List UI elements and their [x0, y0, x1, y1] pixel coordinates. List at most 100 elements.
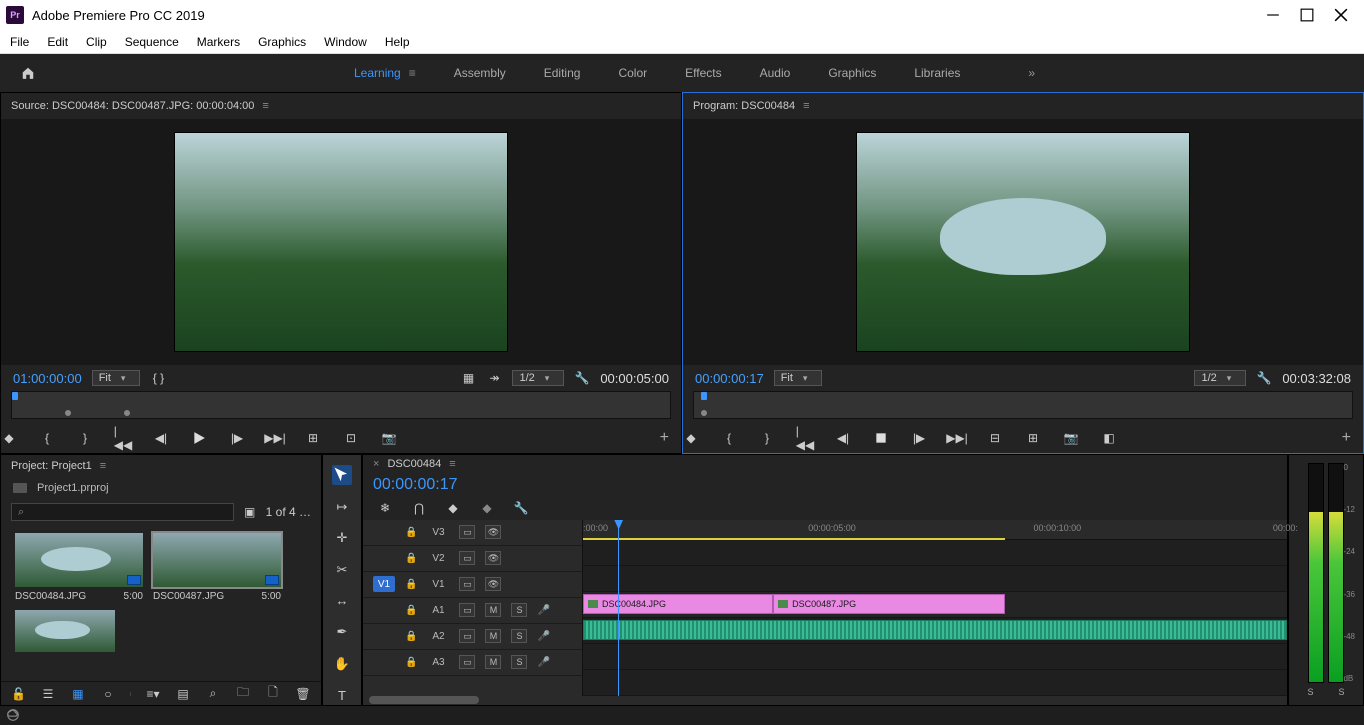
track-toggle-icon[interactable]: ▭	[459, 551, 475, 565]
project-panel-menu-icon[interactable]: ≡	[100, 460, 106, 472]
solo-right[interactable]: S	[1338, 687, 1344, 697]
workspace-editing[interactable]: Editing	[544, 66, 581, 80]
source-viewer[interactable]	[1, 119, 681, 365]
workspace-learning[interactable]: Learning≡	[354, 66, 416, 80]
tl-wrench-icon[interactable]: 🔧	[513, 500, 529, 516]
program-add-button-icon[interactable]: +	[1342, 429, 1351, 447]
find-icon[interactable]: ⌕	[205, 686, 221, 702]
timeline-tab-title[interactable]: DSC00484	[387, 458, 441, 470]
track-lock-icon[interactable]: 🔒	[405, 631, 417, 642]
prog-stop-icon[interactable]	[873, 430, 889, 446]
close-button[interactable]	[1334, 8, 1348, 22]
timeline-audio-clip[interactable]	[583, 620, 1287, 640]
timeline-panel-menu-icon[interactable]: ≡	[449, 458, 455, 470]
source-arrow-icon[interactable]: ↠	[486, 370, 502, 386]
source-panel-menu-icon[interactable]: ≡	[262, 100, 268, 112]
menu-help[interactable]: Help	[385, 35, 410, 49]
hand-tool-icon[interactable]: ✋	[332, 654, 352, 673]
zoom-slider[interactable]	[130, 692, 131, 696]
selection-tool-icon[interactable]	[332, 465, 352, 485]
source-filmstrip-icon[interactable]: ▦	[460, 370, 476, 386]
track-lane-a1[interactable]	[583, 618, 1287, 644]
minimize-button[interactable]	[1266, 8, 1280, 22]
project-filter-icon[interactable]: ▣	[242, 504, 258, 520]
prog-lift-icon[interactable]: ⊟	[987, 430, 1003, 446]
prog-compare-icon[interactable]: ◧	[1101, 430, 1117, 446]
prog-go-to-in-icon[interactable]: |◀◀	[797, 430, 813, 446]
track-toggle-icon[interactable]: ▭	[459, 629, 475, 643]
creative-cloud-icon[interactable]	[0, 706, 1364, 724]
snap-icon[interactable]: ❄	[377, 500, 393, 516]
program-ruler[interactable]	[693, 391, 1353, 419]
prog-step-back-icon[interactable]: ◀|	[835, 430, 851, 446]
voice-over-icon[interactable]: 🎤	[537, 631, 549, 642]
timeline-video-clip[interactable]: DSC00484.JPG	[583, 594, 773, 614]
workspace-effects[interactable]: Effects	[685, 66, 721, 80]
lock-icon[interactable]: 🔓	[11, 687, 26, 701]
timeline-playhead[interactable]	[618, 520, 619, 696]
program-timecode-in[interactable]: 00:00:00:17	[695, 371, 764, 386]
mute-button[interactable]: M	[485, 655, 501, 669]
pen-tool-icon[interactable]: ✒	[332, 623, 352, 642]
freeform-view-icon[interactable]: ○	[100, 686, 116, 702]
linked-selection-icon[interactable]: ⋂	[411, 500, 427, 516]
source-ruler[interactable]	[11, 391, 671, 419]
menu-edit[interactable]: Edit	[47, 35, 68, 49]
track-lock-icon[interactable]: 🔒	[405, 657, 417, 668]
track-target[interactable]: V1	[373, 576, 395, 592]
track-lock-icon[interactable]: 🔒	[405, 527, 417, 538]
track-output-icon[interactable]: 👁	[485, 551, 501, 565]
menu-graphics[interactable]: Graphics	[258, 35, 306, 49]
project-clip-thumb-extra[interactable]	[15, 610, 143, 652]
mark-out-icon[interactable]: }	[77, 430, 93, 446]
solo-button[interactable]: S	[511, 655, 527, 669]
timeline-timecode[interactable]: 00:00:00:17	[363, 474, 1287, 500]
workspace-assembly[interactable]: Assembly	[454, 66, 506, 80]
voice-over-icon[interactable]: 🎤	[537, 605, 549, 616]
track-lane-v3[interactable]	[583, 540, 1287, 566]
prog-mark-out-icon[interactable]: }	[759, 430, 775, 446]
source-bracket-icon[interactable]: { }	[150, 370, 166, 386]
source-resolution-select[interactable]: 1/2	[512, 370, 564, 386]
solo-button[interactable]: S	[511, 603, 527, 617]
project-clip[interactable]: DSC00484.JPG5:00	[15, 533, 143, 602]
tracks-area[interactable]: :00:0000:00:05:0000:00:10:0000:00: DSC00…	[583, 520, 1287, 696]
timeline-video-clip[interactable]: DSC00487.JPG	[773, 594, 1005, 614]
track-lock-icon[interactable]: 🔒	[405, 579, 417, 590]
step-back-icon[interactable]: ◀|	[153, 430, 169, 446]
export-frame-icon[interactable]: 📷	[381, 430, 397, 446]
new-item-icon[interactable]: 🗋	[265, 686, 281, 702]
slip-tool-icon[interactable]: ↔	[332, 591, 352, 610]
razor-tool-icon[interactable]: ✂	[332, 560, 352, 579]
go-to-in-icon[interactable]: |◀◀	[115, 430, 131, 446]
prog-step-forward-icon[interactable]: |▶	[911, 430, 927, 446]
source-timecode-in[interactable]: 01:00:00:00	[13, 371, 82, 386]
play-icon[interactable]	[191, 430, 207, 446]
solo-left[interactable]: S	[1307, 687, 1313, 697]
project-clip[interactable]: DSC00487.JPG5:00	[153, 533, 281, 602]
solo-button[interactable]: S	[511, 629, 527, 643]
mute-button[interactable]: M	[485, 603, 501, 617]
workspace-overflow-icon[interactable]: »	[1028, 66, 1035, 80]
track-lane-a3[interactable]	[583, 670, 1287, 696]
add-marker-tl-icon[interactable]: ◆	[445, 500, 461, 516]
source-zoom-select[interactable]: Fit	[92, 370, 141, 386]
program-panel-menu-icon[interactable]: ≡	[803, 100, 809, 112]
workspace-audio[interactable]: Audio	[760, 66, 791, 80]
delete-icon[interactable]: 🗑	[295, 686, 311, 702]
track-lock-icon[interactable]: 🔒	[405, 605, 417, 616]
track-output-icon[interactable]: 👁	[485, 525, 501, 539]
timeline-ruler[interactable]: :00:0000:00:05:0000:00:10:0000:00:	[583, 520, 1287, 540]
track-lane-a2[interactable]	[583, 644, 1287, 670]
track-output-icon[interactable]: 👁	[485, 577, 501, 591]
menu-window[interactable]: Window	[324, 35, 367, 49]
insert-icon[interactable]: ⊞	[305, 430, 321, 446]
program-viewer[interactable]	[683, 119, 1363, 365]
project-search-input[interactable]: ⌕	[11, 503, 234, 521]
program-zoom-select[interactable]: Fit	[774, 370, 823, 386]
ripple-edit-tool-icon[interactable]: ✛	[332, 528, 352, 547]
maximize-button[interactable]	[1300, 8, 1314, 22]
list-view-icon[interactable]: ☰	[40, 686, 56, 702]
prog-extract-icon[interactable]: ⊞	[1025, 430, 1041, 446]
timeline-hscroll[interactable]	[363, 696, 1287, 705]
